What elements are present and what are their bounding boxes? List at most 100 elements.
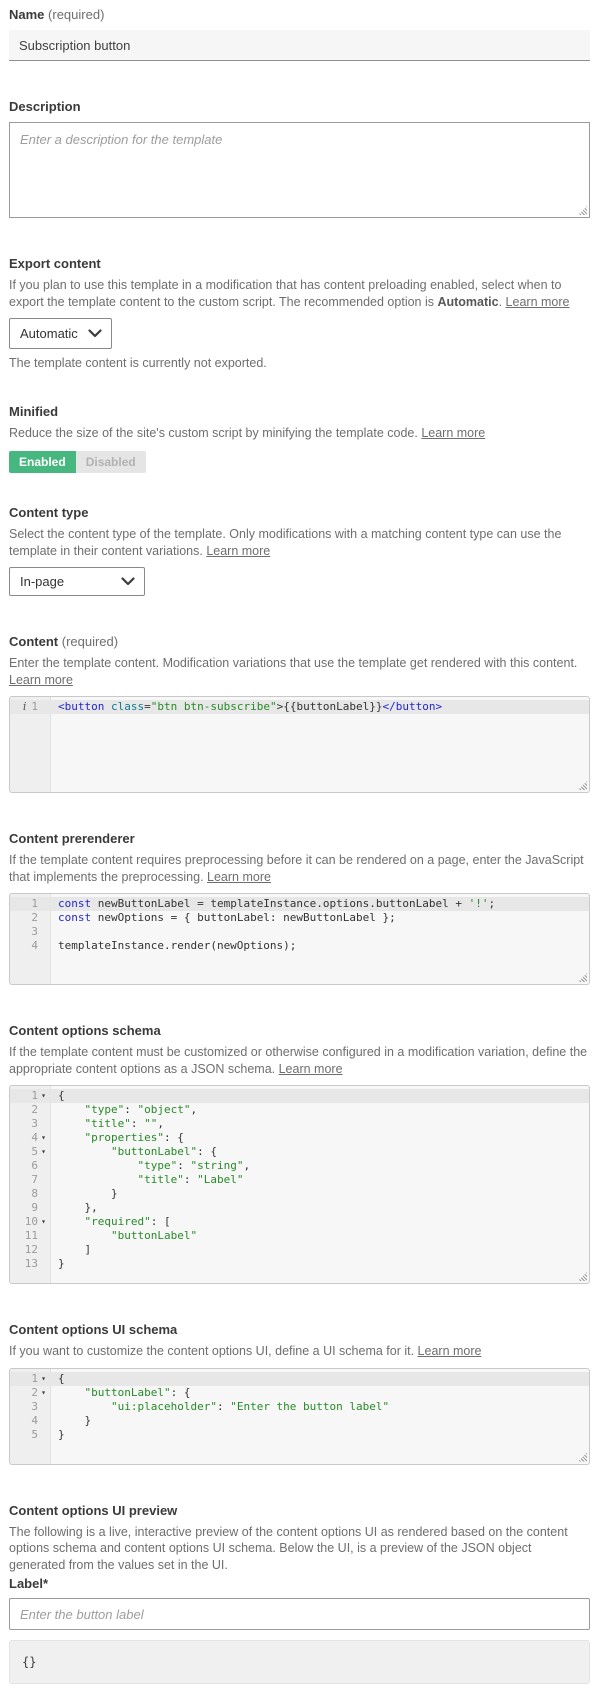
line-gutter: 9	[10, 1201, 50, 1215]
code-line[interactable]: 10▾ "required": [	[10, 1215, 589, 1229]
content-options-ui-preview-label: Content options UI preview	[9, 1503, 590, 1519]
code-line[interactable]: 5}	[10, 1428, 589, 1442]
content-field: Content (required) Enter the template co…	[9, 634, 590, 793]
name-label: Name (required)	[9, 7, 590, 23]
learn-more-link[interactable]: Learn more	[279, 1062, 343, 1076]
content-desc-text: Enter the template content. Modification…	[9, 656, 577, 670]
content-type-desc-text: Select the content type of the template.…	[9, 527, 561, 558]
name-input[interactable]: Subscription button	[9, 30, 590, 61]
line-gutter: 12	[10, 1243, 50, 1257]
resize-handle-icon[interactable]	[578, 206, 587, 215]
code-line[interactable]: 7 "title": "Label"	[10, 1173, 589, 1187]
code-line-text: templateInstance.render(newOptions);	[50, 939, 296, 953]
export-content-field: Export content If you plan to use this t…	[9, 256, 590, 372]
minified-field: Minified Reduce the size of the site's c…	[9, 404, 590, 474]
code-line[interactable]: 1▾{	[10, 1089, 589, 1103]
code-line[interactable]: 6 "type": "string",	[10, 1159, 589, 1173]
line-gutter: 4▾	[10, 1131, 50, 1145]
code-line[interactable]: 4templateInstance.render(newOptions);	[10, 939, 589, 953]
code-line-text: {	[50, 1372, 65, 1386]
code-line-text: "type": "object",	[50, 1103, 197, 1117]
learn-more-link[interactable]: Learn more	[206, 544, 270, 558]
content-options-ui-schema-code-editor[interactable]: 1▾{2▾ "buttonLabel": {3 "ui:placeholder"…	[9, 1368, 590, 1465]
line-gutter: 6	[10, 1159, 50, 1173]
fold-arrow-icon[interactable]: ▾	[38, 1215, 49, 1229]
content-prerenderer-description: If the template content requires preproc…	[9, 852, 590, 885]
code-line[interactable]: 2▾ "buttonLabel": {	[10, 1386, 589, 1400]
export-status-text: The template content is currently not ex…	[9, 355, 590, 372]
learn-more-link[interactable]: Learn more	[9, 673, 73, 687]
resize-handle-icon[interactable]	[578, 973, 587, 982]
fold-arrow-icon[interactable]: ▾	[38, 1089, 49, 1103]
line-gutter: 13	[10, 1257, 50, 1271]
content-prerenderer-code-editor[interactable]: 1const newButtonLabel = templateInstance…	[9, 893, 590, 985]
minified-disabled-button[interactable]: Disabled	[76, 451, 146, 473]
line-gutter: 5▾	[10, 1145, 50, 1159]
code-line-text: "properties": {	[50, 1131, 184, 1145]
export-content-label: Export content	[9, 256, 590, 272]
content-options-schema-code-editor[interactable]: 1▾{2 "type": "object",3 "title": "",4▾ "…	[9, 1085, 590, 1284]
content-options-ui-schema-label: Content options UI schema	[9, 1322, 590, 1338]
description-textarea[interactable]: Enter a description for the template	[9, 122, 590, 218]
content-description: Enter the template content. Modification…	[9, 655, 590, 688]
code-line[interactable]: 4▾ "properties": {	[10, 1131, 589, 1145]
minified-enabled-button[interactable]: Enabled	[9, 451, 76, 473]
description-field: Description Enter a description for the …	[9, 99, 590, 218]
learn-more-link[interactable]: Learn more	[421, 426, 485, 440]
code-line[interactable]: 1const newButtonLabel = templateInstance…	[10, 897, 589, 911]
line-gutter: 2	[10, 911, 50, 925]
code-line-text: "required": [	[50, 1215, 171, 1229]
resize-handle-icon[interactable]	[578, 1453, 587, 1462]
minified-toggle: Enabled Disabled	[9, 451, 146, 473]
code-line[interactable]: i1<button class="btn btn-subscribe">{{bu…	[10, 700, 589, 714]
code-line[interactable]: 12 ]	[10, 1243, 589, 1257]
fold-arrow-icon[interactable]: ▾	[38, 1131, 49, 1145]
line-gutter: i1	[10, 700, 50, 714]
preview-label-input[interactable]: Enter the button label	[9, 1598, 590, 1630]
code-line-text: "buttonLabel": {	[50, 1145, 217, 1159]
code-line[interactable]: 8 }	[10, 1187, 589, 1201]
code-line[interactable]: 3 "title": "",	[10, 1117, 589, 1131]
code-line[interactable]: 3 "ui:placeholder": "Enter the button la…	[10, 1400, 589, 1414]
code-line[interactable]: 4 }	[10, 1414, 589, 1428]
code-line[interactable]: 11 "buttonLabel"	[10, 1229, 589, 1243]
code-line[interactable]: 13}	[10, 1257, 589, 1271]
code-line-text	[50, 925, 65, 939]
chevron-down-icon	[88, 329, 102, 338]
minified-desc-text: Reduce the size of the site's custom scr…	[9, 426, 421, 440]
export-content-select-value: Automatic	[20, 326, 78, 341]
learn-more-link[interactable]: Learn more	[506, 295, 570, 309]
line-gutter: 1▾	[10, 1089, 50, 1103]
code-line[interactable]: 2const newOptions = { buttonLabel: newBu…	[10, 911, 589, 925]
content-prerenderer-label: Content prerenderer	[9, 831, 590, 847]
learn-more-link[interactable]: Learn more	[418, 1344, 482, 1358]
code-line[interactable]: 9 },	[10, 1201, 589, 1215]
fold-arrow-icon[interactable]: ▾	[38, 1386, 49, 1400]
export-content-select[interactable]: Automatic	[9, 318, 112, 349]
content-options-ui-schema-description: If you want to customize the content opt…	[9, 1343, 590, 1360]
content-options-ui-preview-description: The following is a live, interactive pre…	[9, 1524, 590, 1574]
code-line[interactable]: 5▾ "buttonLabel": {	[10, 1145, 589, 1159]
template-settings-form: Name (required) Subscription button Desc…	[0, 0, 600, 1694]
line-gutter: 2	[10, 1103, 50, 1117]
learn-more-link[interactable]: Learn more	[207, 870, 271, 884]
resize-handle-icon[interactable]	[578, 1272, 587, 1281]
code-line-text: "title": "",	[50, 1117, 164, 1131]
code-line-text: ]	[50, 1243, 91, 1257]
code-line[interactable]: 3	[10, 925, 589, 939]
content-type-select-value: In-page	[20, 574, 64, 589]
fold-arrow-icon[interactable]: ▾	[38, 1372, 49, 1386]
content-type-select[interactable]: In-page	[9, 567, 145, 596]
line-gutter: 4	[10, 1414, 50, 1428]
description-label: Description	[9, 99, 590, 115]
code-line[interactable]: 2 "type": "object",	[10, 1103, 589, 1117]
required-suffix: (required)	[62, 634, 118, 649]
code-line[interactable]: 1▾{	[10, 1372, 589, 1386]
resize-handle-icon[interactable]	[578, 781, 587, 790]
fold-arrow-icon[interactable]: ▾	[38, 1145, 49, 1159]
content-options-ui-preview-section: Content options UI preview The following…	[9, 1503, 590, 1685]
content-options-schema-description: If the template content must be customiz…	[9, 1044, 590, 1077]
line-gutter: 5	[10, 1428, 50, 1442]
content-code-editor[interactable]: i1<button class="btn btn-subscribe">{{bu…	[9, 696, 590, 793]
line-gutter: 4	[10, 939, 50, 953]
